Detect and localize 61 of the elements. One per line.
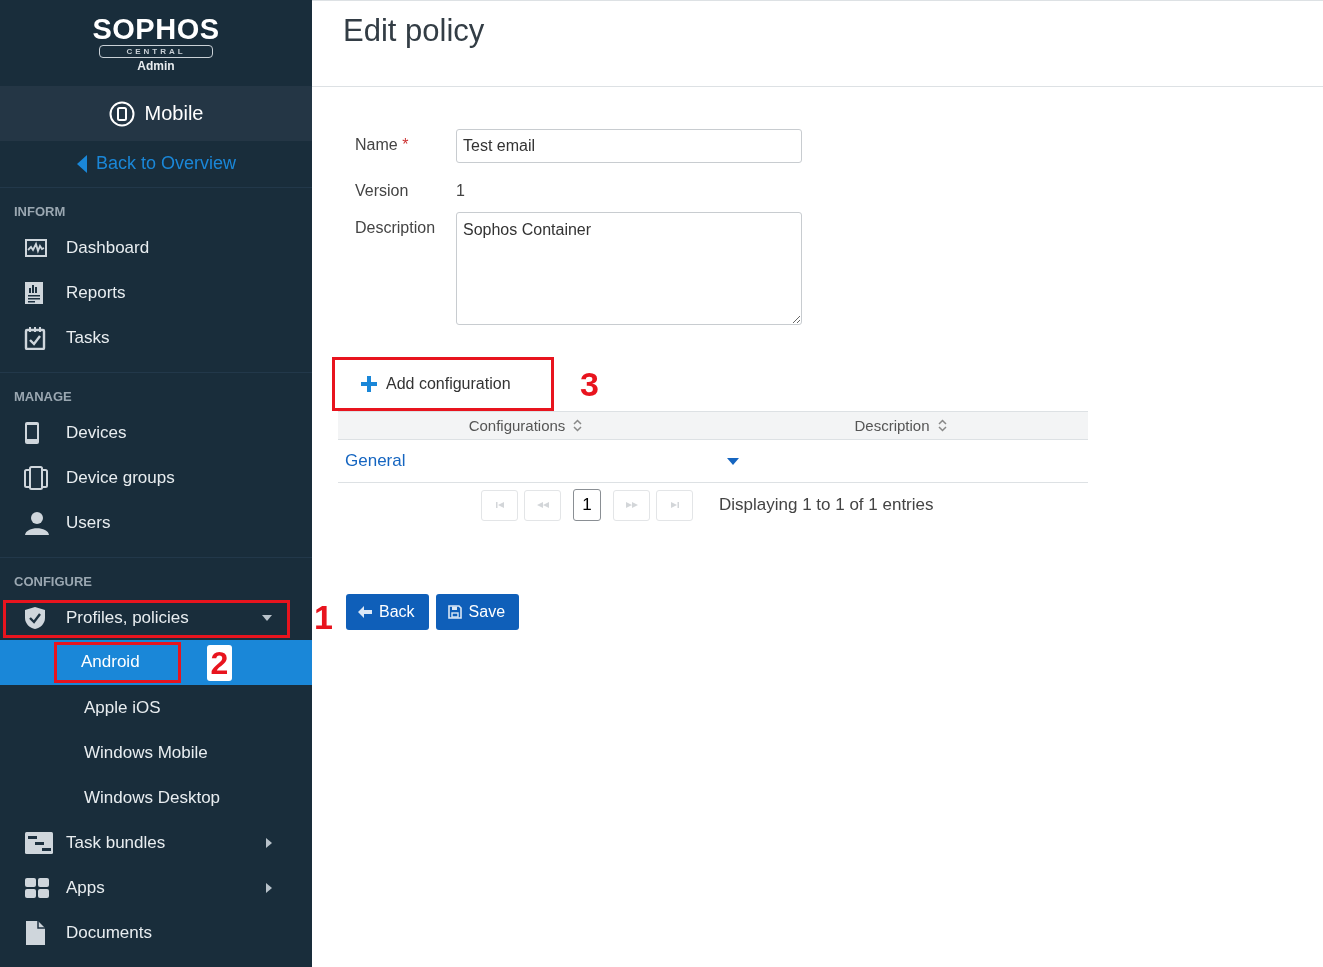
column-header[interactable]: Description xyxy=(713,412,1088,439)
fast-forward-icon xyxy=(624,501,639,509)
last-page-icon xyxy=(668,501,681,509)
name-input[interactable]: Test email xyxy=(456,129,802,163)
nav-item[interactable]: Task bundles xyxy=(0,820,312,865)
devices-icon xyxy=(24,465,48,490)
expand-toggle[interactable] xyxy=(725,455,741,467)
back-button[interactable]: Back xyxy=(346,594,429,630)
user-icon xyxy=(24,510,50,535)
chart-icon xyxy=(24,237,48,258)
sort-icon xyxy=(937,419,947,432)
apps-grid-icon xyxy=(24,876,50,899)
logo-subtitle: Admin xyxy=(137,58,175,73)
section-heading: INFORM xyxy=(13,203,67,221)
section-heading: MANAGE xyxy=(13,388,73,406)
nav-item[interactable]: Profiles, policies xyxy=(0,595,312,640)
nav-item[interactable]: Devices xyxy=(0,410,312,455)
product-title: Mobile xyxy=(144,102,204,126)
version-value: 1 xyxy=(456,181,466,200)
nav-item[interactable]: Users xyxy=(0,500,312,545)
configuration-link[interactable]: General xyxy=(345,451,725,471)
nav-item[interactable]: Device groups xyxy=(0,455,312,500)
nav-item[interactable]: Reports xyxy=(0,270,312,315)
section-heading: CONFIGURE xyxy=(13,573,93,591)
nav-subitem[interactable]: Android 2 xyxy=(0,640,312,685)
page-title: Edit policy xyxy=(343,13,486,49)
shield-check-icon xyxy=(24,605,46,630)
column-header[interactable]: Configurations xyxy=(338,412,713,439)
nav-item[interactable]: Apps xyxy=(0,865,312,910)
bundle-icon xyxy=(24,830,54,855)
logo-wordmark: SOPHOS xyxy=(92,13,220,44)
annotation-number: 3 xyxy=(580,364,599,404)
nav-item[interactable]: Tasks xyxy=(0,315,312,360)
field-label: Version xyxy=(355,181,410,200)
field-label: Name * xyxy=(355,135,410,154)
nav-subitem[interactable]: Apple iOS xyxy=(0,685,312,730)
annotation-number: 1 xyxy=(314,597,333,637)
report-icon xyxy=(24,280,44,305)
arrow-left-icon xyxy=(358,606,372,618)
nav-subitem[interactable]: Windows Mobile xyxy=(0,730,312,775)
logo-badge: CENTRAL xyxy=(99,44,213,58)
calendar-check-icon xyxy=(24,325,46,350)
plus-icon xyxy=(361,376,377,392)
field-label: Description xyxy=(355,218,437,237)
phone-icon xyxy=(24,420,40,445)
back-triangle-icon xyxy=(75,154,88,174)
phone-circle-icon xyxy=(108,100,135,127)
nav-subitem[interactable]: Windows Desktop xyxy=(0,775,312,820)
sort-icon xyxy=(573,419,583,432)
description-input[interactable]: Sophos Container xyxy=(456,212,802,325)
first-page-icon xyxy=(493,501,506,509)
page-number[interactable]: 1 xyxy=(573,489,601,521)
nav-item[interactable]: Documents xyxy=(0,910,312,955)
save-button[interactable]: Save xyxy=(435,594,520,630)
annotation-number: 2 xyxy=(206,644,233,681)
document-icon xyxy=(24,919,46,946)
rewind-icon xyxy=(535,501,550,509)
nav-item[interactable]: Dashboard xyxy=(0,225,312,270)
caret-down-icon xyxy=(727,457,739,465)
add-configuration-button[interactable]: Add configuration xyxy=(332,357,554,411)
pagination-summary: Displaying 1 to 1 of 1 entries xyxy=(719,495,934,515)
